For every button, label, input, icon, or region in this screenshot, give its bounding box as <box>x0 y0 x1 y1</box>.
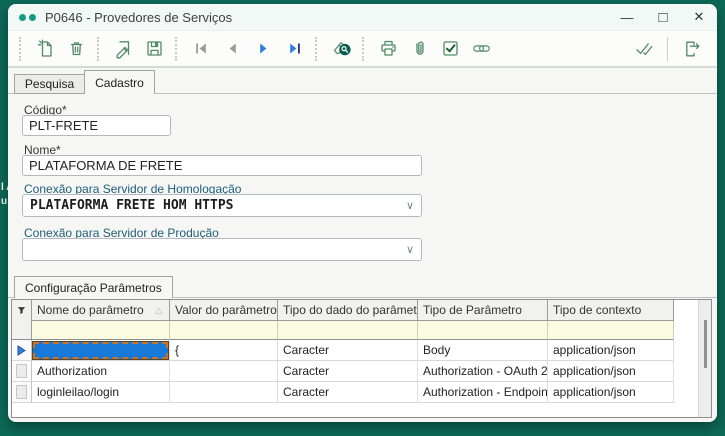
cell-nome[interactable]: Authorization <box>32 361 170 382</box>
filter-row-indicator-cell <box>12 321 32 340</box>
new-document-icon <box>35 38 56 59</box>
search-flashlight-icon <box>331 38 352 59</box>
producao-select[interactable]: ∨ <box>22 238 422 261</box>
tab-pesquisa[interactable]: Pesquisa <box>14 74 85 94</box>
row-selector[interactable] <box>12 382 32 403</box>
cell-tipo-contexto[interactable]: application/json <box>548 382 674 403</box>
cell-nome[interactable]: loginleilao/login <box>32 382 170 403</box>
checked-checkbox-icon <box>440 38 461 59</box>
last-record-icon <box>284 38 305 59</box>
next-record-icon <box>253 38 274 59</box>
desktop-background: l A u P0646 - Provedores de Serviços — □… <box>0 0 725 436</box>
filter-input-tipo-contexto[interactable] <box>548 321 674 340</box>
title-bar: P0646 - Provedores de Serviços — □ ✕ <box>8 4 717 30</box>
chain-link-icon <box>471 38 492 59</box>
attachment-button[interactable] <box>406 35 433 62</box>
maximize-button[interactable]: □ <box>645 4 681 30</box>
app-window: P0646 - Provedores de Serviços — □ ✕ <box>8 4 717 422</box>
previous-record-button[interactable] <box>219 35 246 62</box>
grid-header-row: Nome do parâmetro △ Valor do parâmetro T… <box>12 300 711 321</box>
next-record-button[interactable] <box>250 35 277 62</box>
toolbar-gripper <box>315 37 319 61</box>
chevron-down-icon: ∨ <box>406 199 414 212</box>
cell-tipo-dado[interactable]: Caracter <box>278 382 418 403</box>
copy-icon <box>113 38 134 59</box>
column-header-valor[interactable]: Valor do parâmetro <box>170 300 278 321</box>
grid-filter-row <box>12 321 711 340</box>
exit-door-icon <box>681 38 702 59</box>
selected-cell-highlight <box>33 342 168 359</box>
trash-icon <box>66 38 87 59</box>
parameters-grid: Nome do parâmetro △ Valor do parâmetro T… <box>11 299 712 418</box>
first-record-icon <box>191 38 212 59</box>
filter-input-nome[interactable] <box>32 321 170 340</box>
minimize-button[interactable]: — <box>609 4 645 30</box>
tab-cadastro[interactable]: Cadastro <box>84 70 155 94</box>
printer-icon <box>378 38 399 59</box>
table-row[interactable]: Authorization Caracter Authorization - O… <box>12 361 711 382</box>
search-records-button[interactable] <box>328 35 355 62</box>
save-record-button[interactable] <box>141 35 168 62</box>
toolbar-gripper <box>97 37 101 61</box>
cell-valor[interactable] <box>170 382 278 403</box>
print-button[interactable] <box>375 35 402 62</box>
confirm-button[interactable] <box>630 35 657 62</box>
sort-ascending-icon: △ <box>155 305 164 316</box>
toolbar-gripper <box>362 37 366 61</box>
toolbar-gripper <box>175 37 179 61</box>
scrollbar-thumb[interactable] <box>704 320 707 368</box>
row-selector[interactable] <box>12 361 32 382</box>
app-logo-dots-icon <box>19 14 36 21</box>
cell-tipo-dado[interactable]: Caracter <box>278 361 418 382</box>
paperclip-icon <box>409 38 430 59</box>
filter-input-valor[interactable] <box>170 321 278 340</box>
table-row[interactable]: { Caracter Body application/json <box>12 340 711 361</box>
double-check-icon <box>633 38 654 59</box>
tasks-check-button[interactable] <box>437 35 464 62</box>
current-row-arrow-icon <box>12 340 32 361</box>
delete-record-button[interactable] <box>63 35 90 62</box>
previous-record-icon <box>222 38 243 59</box>
column-header-tipo-dado[interactable]: Tipo do dado do parâmetro <box>278 300 418 321</box>
cell-tipo-contexto[interactable]: application/json <box>548 340 674 361</box>
copy-record-button[interactable] <box>110 35 137 62</box>
save-icon <box>144 38 165 59</box>
tab-configuracao-parametros[interactable]: Configuração Parâmetros <box>14 276 173 298</box>
chevron-down-icon: ∨ <box>406 243 414 256</box>
cell-valor[interactable] <box>170 361 278 382</box>
last-record-button[interactable] <box>281 35 308 62</box>
toolbar <box>8 30 717 68</box>
table-row[interactable]: loginleilao/login Caracter Authorization… <box>12 382 711 403</box>
column-header-tipo-contexto[interactable]: Tipo de contexto <box>548 300 674 321</box>
column-header-tipo-parametro[interactable]: Tipo de Parâmetro <box>418 300 548 321</box>
vertical-scrollbar[interactable] <box>698 300 711 417</box>
filter-input-tipo-parametro[interactable] <box>418 321 548 340</box>
first-record-button[interactable] <box>188 35 215 62</box>
cell-tipo-dado[interactable]: Caracter <box>278 340 418 361</box>
cell-tipo-parametro[interactable]: Authorization - Endpoint <box>418 382 548 403</box>
codigo-field[interactable]: PLT-FRETE <box>22 115 171 136</box>
cell-tipo-contexto[interactable]: application/json <box>548 361 674 382</box>
homologacao-select[interactable]: PLATAFORMA FRETE HOM HTTPS ∨ <box>22 194 422 217</box>
cell-tipo-parametro[interactable]: Authorization - OAuth 2.0 <box>418 361 548 382</box>
cell-valor[interactable]: { <box>170 340 278 361</box>
close-button[interactable]: ✕ <box>681 4 717 30</box>
column-header-nome[interactable]: Nome do parâmetro △ <box>32 300 170 321</box>
nome-field[interactable]: PLATAFORMA DE FRETE <box>22 155 422 176</box>
exit-button[interactable] <box>678 35 705 62</box>
link-button[interactable] <box>468 35 495 62</box>
window-title: P0646 - Provedores de Serviços <box>45 10 232 25</box>
new-record-button[interactable] <box>32 35 59 62</box>
toolbar-gripper <box>19 37 23 61</box>
filter-funnel-icon[interactable] <box>12 300 32 321</box>
toolbar-divider <box>667 37 668 61</box>
cell-tipo-parametro[interactable]: Body <box>418 340 548 361</box>
cell-nome-selected[interactable] <box>32 340 170 361</box>
filter-input-tipo-dado[interactable] <box>278 321 418 340</box>
homologacao-selected-value: PLATAFORMA FRETE HOM HTTPS <box>30 198 234 213</box>
